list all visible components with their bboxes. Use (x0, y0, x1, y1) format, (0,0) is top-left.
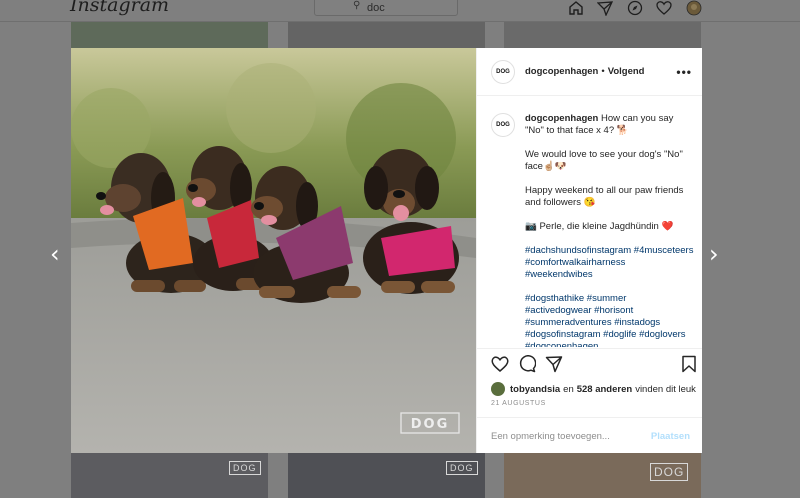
save-bookmark-icon[interactable] (681, 355, 697, 373)
liker-avatar[interactable] (491, 382, 505, 396)
caption-line-2: We would love to see your dog's "No" fac… (525, 149, 683, 172)
previous-post-arrow[interactable]: ‹ (50, 240, 60, 268)
grid-thumbnail[interactable] (288, 22, 485, 48)
likes-connector: en (563, 383, 574, 395)
post-photo[interactable]: DOG (71, 48, 476, 453)
likes-suffix: vinden dit leuk (635, 383, 696, 395)
caption-username[interactable]: dogcopenhagen (525, 113, 598, 124)
account-username[interactable]: dogcopenhagen (525, 66, 598, 77)
nav-icons (566, 0, 706, 20)
search-icon: ⚲ (353, 0, 361, 11)
grid-thumbnail[interactable]: DOG (71, 453, 268, 498)
caption-avatar[interactable]: DOG (491, 113, 515, 137)
instagram-logo[interactable]: Instagram (70, 0, 169, 16)
separator-dot: • (601, 66, 605, 77)
hashtags-block-1[interactable]: #dachshundsofinstagram #4musceteers #com… (525, 245, 694, 281)
post-caption: DOG dogcopenhagen How can you say "No" t… (477, 97, 702, 347)
post-date[interactable]: 21 AUGUSTUS (491, 400, 546, 407)
more-options-icon[interactable]: ••• (676, 65, 692, 79)
explore-icon[interactable] (627, 0, 643, 16)
action-icons (491, 355, 696, 377)
likes-count[interactable]: 528 anderen (577, 384, 632, 395)
activity-heart-icon[interactable] (656, 0, 672, 16)
post-modal: DOG DOG dogcopenhagen • Volgend ••• DOG … (71, 48, 702, 453)
account-avatar[interactable]: DOG (491, 59, 515, 84)
likes-summary: tobyandsia en 528 anderen vinden dit leu… (491, 382, 696, 396)
comment-box: Plaatsen (477, 417, 702, 454)
search-value: doc (367, 2, 385, 14)
home-icon[interactable] (568, 0, 584, 16)
top-navigation: Instagram ⚲ doc (0, 0, 800, 22)
profile-avatar[interactable] (686, 0, 702, 16)
post-comment-button[interactable]: Plaatsen (651, 431, 690, 442)
comment-input[interactable] (491, 430, 641, 442)
brand-mark: DOG (650, 463, 689, 481)
grid-thumbnail[interactable] (504, 22, 701, 48)
caption-line-4: 📷 Perle, die kleine Jagdhündin ❤️ (525, 221, 674, 232)
direct-icon[interactable] (597, 0, 613, 16)
comment-icon[interactable] (518, 355, 536, 373)
liker-username[interactable]: tobyandsia (510, 384, 560, 395)
grid-thumbnail[interactable]: DOG (288, 453, 485, 498)
svg-text:DOG: DOG (411, 417, 450, 432)
post-header: DOG dogcopenhagen • Volgend ••• (477, 48, 702, 96)
brand-mark: DOG (446, 461, 478, 475)
following-button[interactable]: Volgend (608, 66, 645, 77)
post-actions: tobyandsia en 528 anderen vinden dit leu… (477, 348, 702, 464)
next-post-arrow[interactable]: › (709, 240, 719, 268)
hashtags-block-2[interactable]: #dogsthathike #summer #activedogwear #ho… (525, 293, 694, 347)
search-input[interactable]: ⚲ doc (314, 0, 458, 16)
like-heart-icon[interactable] (491, 355, 509, 373)
post-sidebar: DOG dogcopenhagen • Volgend ••• DOG dogc… (476, 48, 702, 453)
caption-text: dogcopenhagen How can you say "No" to th… (525, 113, 694, 347)
share-icon[interactable] (545, 355, 563, 373)
grid-thumbnail[interactable] (71, 22, 268, 48)
dogs-photo-illustration: DOG (71, 48, 476, 453)
caption-line-3: Happy weekend to all our paw friends and… (525, 185, 684, 208)
brand-mark: DOG (229, 461, 261, 475)
